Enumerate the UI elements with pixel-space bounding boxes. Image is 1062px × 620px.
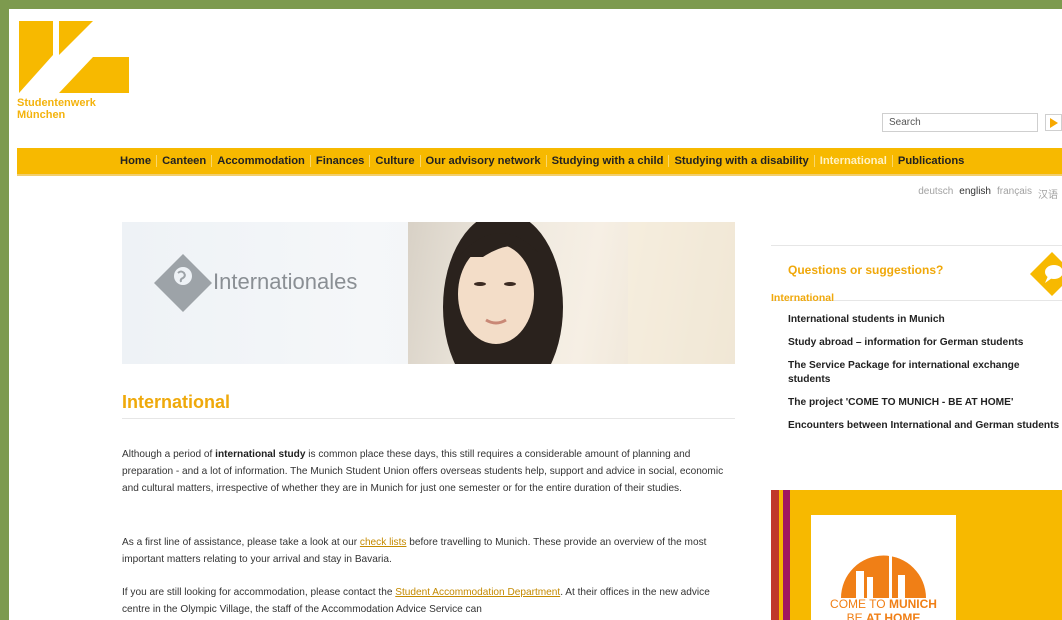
lang-english[interactable]: english — [959, 186, 991, 201]
nav-home[interactable]: Home — [120, 155, 156, 167]
check-lists-link[interactable]: check lists — [360, 537, 407, 548]
lang-francais[interactable]: français — [997, 186, 1032, 201]
accommodation-department-link[interactable]: Student Accommodation Department — [395, 587, 560, 598]
student-portrait-image — [443, 222, 735, 364]
sidebar-item-come-to-munich[interactable]: The project 'COME TO MUNICH - BE AT HOME… — [788, 396, 1062, 410]
p1-bold: international study — [215, 449, 306, 460]
arrow-right-icon — [1050, 118, 1058, 128]
page: Studentenwerk München Home Canteen Accom… — [9, 9, 1062, 620]
logo-line1: Studentenwerk — [17, 97, 96, 109]
sidebar-heading[interactable]: International — [771, 292, 834, 304]
promo-stripe-purple — [783, 490, 790, 620]
studentenwerk-logo[interactable]: Studentenwerk München — [17, 21, 129, 131]
p1-pre: Although a period of — [122, 449, 216, 460]
lang-deutsch[interactable]: deutsch — [918, 186, 953, 201]
promo-text: COME TO MUNICH BE AT HOME — [811, 597, 956, 620]
paragraph-accommodation: If you are still looking for accommodati… — [122, 584, 735, 618]
promo-line2-b: AT HOME — [865, 611, 921, 620]
nav-studying-with-child[interactable]: Studying with a child — [545, 155, 669, 167]
hero-banner: Internationales — [122, 222, 735, 364]
promo-line1-a: COME TO — [830, 597, 889, 611]
language-switcher: deutsch english français 汉语 — [918, 186, 1058, 201]
nav-finances[interactable]: Finances — [309, 155, 370, 167]
logo-line2: München — [17, 109, 66, 121]
paragraph-checklists: As a first line of assistance, please ta… — [122, 534, 735, 568]
p3-pre: If you are still looking for accommodati… — [122, 587, 396, 598]
p2-pre: As a first line of assistance, please ta… — [122, 537, 360, 548]
nav-publications[interactable]: Publications — [891, 155, 970, 167]
main-nav: Home Canteen Accommodation Finances Cult… — [17, 148, 1062, 176]
nav-advisory-network[interactable]: Our advisory network — [419, 155, 546, 167]
page-title: International — [122, 392, 231, 412]
search-input[interactable] — [882, 113, 1038, 132]
sidebar-item-students-in-munich[interactable]: International students in Munich — [788, 313, 1062, 327]
nav-international[interactable]: International — [813, 155, 892, 167]
logo-mark-icon — [19, 21, 129, 93]
questions-link[interactable]: Questions or suggestions? — [788, 263, 943, 277]
search-box — [882, 113, 1062, 133]
lang-chinese[interactable]: 汉语 — [1038, 186, 1058, 201]
sidebar-menu: International students in Munich Study a… — [788, 313, 1062, 442]
sidebar-item-encounters[interactable]: Encounters between International and Ger… — [788, 419, 1062, 433]
hero-title: Internationales — [213, 269, 358, 294]
promo-line1-b: MUNICH — [888, 597, 937, 611]
speech-bubble-icon[interactable] — [1030, 252, 1062, 296]
title-divider — [122, 418, 735, 419]
logo-text: Studentenwerk München — [17, 97, 96, 121]
hero-photo — [408, 222, 735, 364]
promo-card: COME TO MUNICH BE AT HOME — [811, 515, 956, 620]
sidebar-item-service-package[interactable]: The Service Package for international ex… — [788, 359, 1062, 387]
promo-stripe-red — [771, 490, 779, 620]
nav-culture[interactable]: Culture — [369, 155, 419, 167]
sidebar-item-study-abroad[interactable]: Study abroad – information for German st… — [788, 336, 1062, 350]
munich-skyline-icon — [841, 543, 926, 598]
nav-canteen[interactable]: Canteen — [156, 155, 211, 167]
search-button[interactable] — [1045, 114, 1062, 131]
paragraph-intro: Although a period of international study… — [122, 446, 735, 497]
nav-studying-with-disability[interactable]: Studying with a disability — [668, 155, 813, 167]
come-to-munich-banner[interactable]: COME TO MUNICH BE AT HOME — [771, 490, 1062, 620]
globe-tag-icon — [154, 254, 212, 312]
promo-line2-a: BE — [846, 611, 866, 620]
nav-accommodation[interactable]: Accommodation — [211, 155, 310, 167]
